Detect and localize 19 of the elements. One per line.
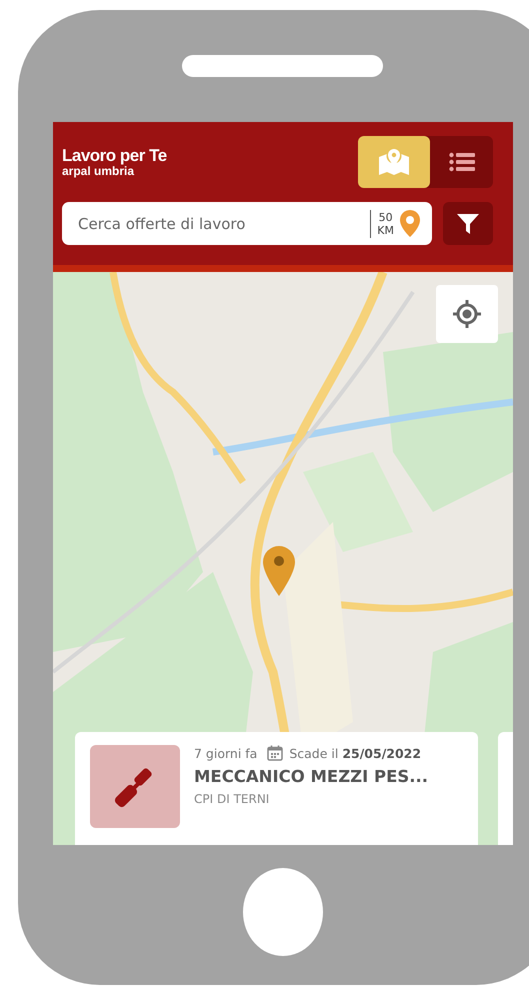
app-subtitle: arpal umbria bbox=[62, 164, 134, 178]
calendar-icon bbox=[267, 745, 284, 761]
filter-icon bbox=[457, 212, 479, 234]
search-bar[interactable]: Cerca offerte di lavoro 50 KM bbox=[62, 202, 432, 245]
radius-value: 50 bbox=[378, 210, 393, 224]
search-field[interactable]: Cerca offerte di lavoro bbox=[76, 214, 370, 234]
list-icon bbox=[448, 152, 474, 172]
crosshair-icon bbox=[452, 299, 482, 329]
map-pin-icon bbox=[377, 147, 411, 177]
filter-button[interactable] bbox=[443, 202, 493, 245]
job-office: CPI DI TERNI bbox=[194, 792, 270, 806]
posted-time: 7 giorni fa bbox=[194, 746, 258, 760]
job-card[interactable]: 7 giorni fa Scade il 25/05/2022 MECCANICO MEZZI PES... CPI DI TERNI bbox=[75, 732, 478, 845]
app-title: Lavoro per Te bbox=[62, 146, 167, 164]
locate-button[interactable] bbox=[436, 285, 498, 343]
map-marker-icon[interactable] bbox=[263, 546, 295, 596]
job-title: MECCANICO MEZZI PES... bbox=[194, 767, 428, 786]
deadline-text: Scade il 25/05/2022 bbox=[289, 746, 422, 760]
radius-unit: KM bbox=[377, 224, 394, 236]
